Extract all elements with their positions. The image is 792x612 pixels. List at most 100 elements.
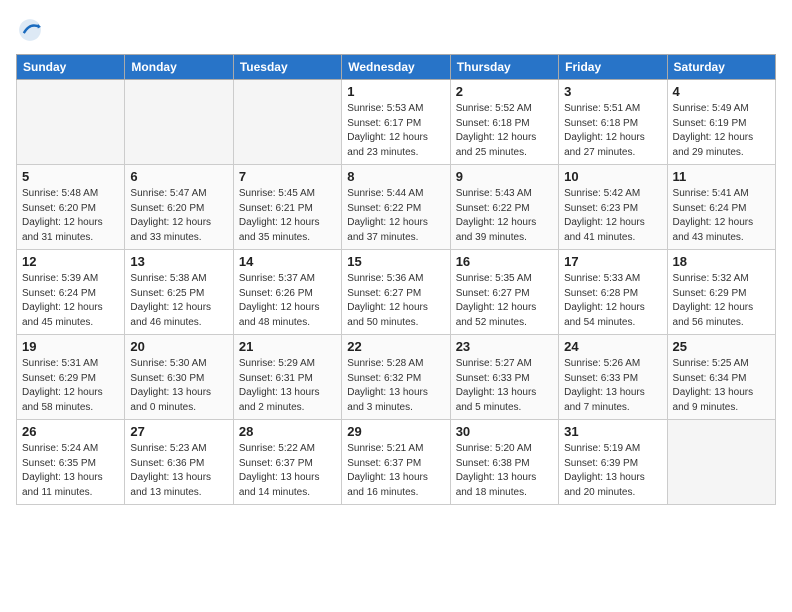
day-info: Sunrise: 5:49 AM Sunset: 6:19 PM Dayligh… xyxy=(673,102,770,160)
calendar-cell xyxy=(667,420,775,505)
day-info: Sunrise: 5:23 AM Sunset: 6:36 PM Dayligh… xyxy=(130,442,227,500)
day-number: 14 xyxy=(239,254,336,269)
calendar-cell: 5 Sunrise: 5:48 AM Sunset: 6:20 PM Daylig… xyxy=(17,165,125,250)
day-info: Sunrise: 5:45 AM Sunset: 6:21 PM Dayligh… xyxy=(239,187,336,245)
day-info: Sunrise: 5:51 AM Sunset: 6:18 PM Dayligh… xyxy=(564,102,661,160)
calendar-cell: 8 Sunrise: 5:44 AM Sunset: 6:22 PM Daylig… xyxy=(342,165,450,250)
calendar-cell: 25Sunrise: 5:25 AM Sunset: 6:34 PM Dayli… xyxy=(667,335,775,420)
calendar-cell: 22Sunrise: 5:28 AM Sunset: 6:32 PM Dayli… xyxy=(342,335,450,420)
calendar-header-sunday: Sunday xyxy=(17,55,125,80)
day-number: 30 xyxy=(456,424,553,439)
day-number: 15 xyxy=(347,254,444,269)
calendar-week-row: 19 Sunrise: 5:31 AM Sunset: 6:29 PM Dayli… xyxy=(17,335,776,420)
calendar-cell: 6Sunrise: 5:47 AM Sunset: 6:20 PM Daylig… xyxy=(125,165,233,250)
day-number: 3 xyxy=(564,84,661,99)
calendar-cell: 26 Sunrise: 5:24 AM Sunset: 6:35 PM Dayli… xyxy=(17,420,125,505)
day-number: 6 xyxy=(130,169,227,184)
day-info: Sunrise: 5:43 AM Sunset: 6:22 PM Dayligh… xyxy=(456,187,553,245)
day-info: Sunrise: 5:27 AM Sunset: 6:33 PM Dayligh… xyxy=(456,357,553,415)
calendar-header-row: SundayMondayTuesdayWednesdayThursdayFrid… xyxy=(17,55,776,80)
calendar-table: SundayMondayTuesdayWednesdayThursdayFrid… xyxy=(16,54,776,505)
day-info: Sunrise: 5:53 AM Sunset: 6:17 PM Dayligh… xyxy=(347,102,444,160)
day-info: Sunrise: 5:52 AM Sunset: 6:18 PM Dayligh… xyxy=(456,102,553,160)
day-info: Sunrise: 5:36 AM Sunset: 6:27 PM Dayligh… xyxy=(347,272,444,330)
calendar-week-row: 1 Sunrise: 5:53 AM Sunset: 6:17 PM Daylig… xyxy=(17,80,776,165)
day-number: 19 xyxy=(22,339,119,354)
logo xyxy=(16,16,48,44)
day-info: Sunrise: 5:42 AM Sunset: 6:23 PM Dayligh… xyxy=(564,187,661,245)
calendar-cell xyxy=(125,80,233,165)
day-info: Sunrise: 5:19 AM Sunset: 6:39 PM Dayligh… xyxy=(564,442,661,500)
day-info: Sunrise: 5:32 AM Sunset: 6:29 PM Dayligh… xyxy=(673,272,770,330)
calendar-cell: 21 Sunrise: 5:29 AM Sunset: 6:31 PM Dayli… xyxy=(233,335,341,420)
calendar-cell xyxy=(17,80,125,165)
day-number: 17 xyxy=(564,254,661,269)
calendar-cell: 12 Sunrise: 5:39 AM Sunset: 6:24 PM Dayli… xyxy=(17,250,125,335)
calendar-cell: 20 Sunrise: 5:30 AM Sunset: 6:30 PM Dayli… xyxy=(125,335,233,420)
page-header xyxy=(16,16,776,44)
day-number: 18 xyxy=(673,254,770,269)
day-number: 31 xyxy=(564,424,661,439)
day-number: 20 xyxy=(130,339,227,354)
day-number: 26 xyxy=(22,424,119,439)
day-info: Sunrise: 5:22 AM Sunset: 6:37 PM Dayligh… xyxy=(239,442,336,500)
day-number: 13 xyxy=(130,254,227,269)
day-number: 16 xyxy=(456,254,553,269)
calendar-cell: 11Sunrise: 5:41 AM Sunset: 6:24 PM Dayli… xyxy=(667,165,775,250)
day-number: 25 xyxy=(673,339,770,354)
calendar-week-row: 5 Sunrise: 5:48 AM Sunset: 6:20 PM Daylig… xyxy=(17,165,776,250)
calendar-cell: 4 Sunrise: 5:49 AM Sunset: 6:19 PM Daylig… xyxy=(667,80,775,165)
calendar-cell: 18 Sunrise: 5:32 AM Sunset: 6:29 PM Dayli… xyxy=(667,250,775,335)
calendar-cell: 13Sunrise: 5:38 AM Sunset: 6:25 PM Dayli… xyxy=(125,250,233,335)
day-info: Sunrise: 5:35 AM Sunset: 6:27 PM Dayligh… xyxy=(456,272,553,330)
calendar-cell xyxy=(233,80,341,165)
calendar-cell: 10Sunrise: 5:42 AM Sunset: 6:23 PM Dayli… xyxy=(559,165,667,250)
day-info: Sunrise: 5:39 AM Sunset: 6:24 PM Dayligh… xyxy=(22,272,119,330)
day-info: Sunrise: 5:44 AM Sunset: 6:22 PM Dayligh… xyxy=(347,187,444,245)
calendar-cell: 24Sunrise: 5:26 AM Sunset: 6:33 PM Dayli… xyxy=(559,335,667,420)
day-number: 23 xyxy=(456,339,553,354)
calendar-cell: 3 Sunrise: 5:51 AM Sunset: 6:18 PM Daylig… xyxy=(559,80,667,165)
day-info: Sunrise: 5:21 AM Sunset: 6:37 PM Dayligh… xyxy=(347,442,444,500)
day-number: 4 xyxy=(673,84,770,99)
calendar-week-row: 12 Sunrise: 5:39 AM Sunset: 6:24 PM Dayli… xyxy=(17,250,776,335)
calendar-header-thursday: Thursday xyxy=(450,55,558,80)
calendar-cell: 15 Sunrise: 5:36 AM Sunset: 6:27 PM Dayli… xyxy=(342,250,450,335)
day-number: 1 xyxy=(347,84,444,99)
calendar-header-wednesday: Wednesday xyxy=(342,55,450,80)
calendar-cell: 27 Sunrise: 5:23 AM Sunset: 6:36 PM Dayli… xyxy=(125,420,233,505)
day-number: 11 xyxy=(673,169,770,184)
calendar-header-monday: Monday xyxy=(125,55,233,80)
day-number: 7 xyxy=(239,169,336,184)
calendar-cell: 16 Sunrise: 5:35 AM Sunset: 6:27 PM Dayli… xyxy=(450,250,558,335)
day-info: Sunrise: 5:48 AM Sunset: 6:20 PM Dayligh… xyxy=(22,187,119,245)
day-number: 12 xyxy=(22,254,119,269)
day-info: Sunrise: 5:31 AM Sunset: 6:29 PM Dayligh… xyxy=(22,357,119,415)
day-number: 28 xyxy=(239,424,336,439)
day-number: 5 xyxy=(22,169,119,184)
calendar-cell: 31 Sunrise: 5:19 AM Sunset: 6:39 PM Dayli… xyxy=(559,420,667,505)
day-info: Sunrise: 5:24 AM Sunset: 6:35 PM Dayligh… xyxy=(22,442,119,500)
day-info: Sunrise: 5:29 AM Sunset: 6:31 PM Dayligh… xyxy=(239,357,336,415)
calendar-cell: 7 Sunrise: 5:45 AM Sunset: 6:21 PM Daylig… xyxy=(233,165,341,250)
calendar-week-row: 26 Sunrise: 5:24 AM Sunset: 6:35 PM Dayli… xyxy=(17,420,776,505)
day-info: Sunrise: 5:37 AM Sunset: 6:26 PM Dayligh… xyxy=(239,272,336,330)
day-number: 21 xyxy=(239,339,336,354)
day-number: 2 xyxy=(456,84,553,99)
calendar-cell: 2 Sunrise: 5:52 AM Sunset: 6:18 PM Daylig… xyxy=(450,80,558,165)
calendar-cell: 19 Sunrise: 5:31 AM Sunset: 6:29 PM Dayli… xyxy=(17,335,125,420)
day-info: Sunrise: 5:30 AM Sunset: 6:30 PM Dayligh… xyxy=(130,357,227,415)
calendar-cell: 29Sunrise: 5:21 AM Sunset: 6:37 PM Dayli… xyxy=(342,420,450,505)
calendar-cell: 9 Sunrise: 5:43 AM Sunset: 6:22 PM Daylig… xyxy=(450,165,558,250)
calendar-cell: 1 Sunrise: 5:53 AM Sunset: 6:17 PM Daylig… xyxy=(342,80,450,165)
calendar-cell: 28 Sunrise: 5:22 AM Sunset: 6:37 PM Dayli… xyxy=(233,420,341,505)
calendar-header-tuesday: Tuesday xyxy=(233,55,341,80)
day-number: 9 xyxy=(456,169,553,184)
day-number: 27 xyxy=(130,424,227,439)
day-number: 8 xyxy=(347,169,444,184)
day-info: Sunrise: 5:28 AM Sunset: 6:32 PM Dayligh… xyxy=(347,357,444,415)
calendar-cell: 30 Sunrise: 5:20 AM Sunset: 6:38 PM Dayli… xyxy=(450,420,558,505)
calendar-cell: 14 Sunrise: 5:37 AM Sunset: 6:26 PM Dayli… xyxy=(233,250,341,335)
day-info: Sunrise: 5:20 AM Sunset: 6:38 PM Dayligh… xyxy=(456,442,553,500)
calendar-cell: 17Sunrise: 5:33 AM Sunset: 6:28 PM Dayli… xyxy=(559,250,667,335)
